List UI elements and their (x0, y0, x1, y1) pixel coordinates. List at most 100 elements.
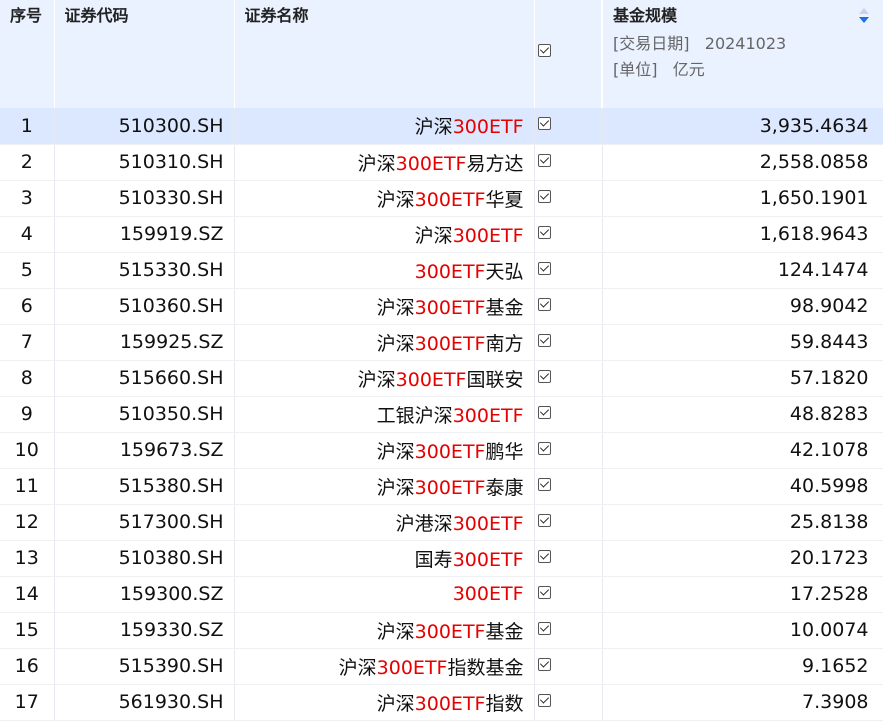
row-checkbox[interactable] (537, 405, 551, 419)
row-checkbox[interactable] (537, 225, 551, 239)
row-checkbox[interactable] (537, 153, 551, 167)
row-select[interactable] (534, 468, 603, 505)
sort-desc-icon[interactable] (858, 8, 869, 23)
row-select[interactable] (534, 324, 603, 361)
row-fund-scale: 40.5998 (602, 468, 883, 505)
row-checkbox[interactable] (537, 621, 551, 635)
row-seq: 7 (0, 324, 55, 361)
trade-date-value: 20241023 (704, 34, 787, 53)
header-trade-date: [交易日期] 20241023 (613, 30, 873, 54)
name-prefix: 沪深 (357, 368, 396, 391)
row-code: 510350.SH (54, 396, 235, 433)
table-row[interactable]: 16 515390.SH 沪深300ETF指数基金 9.1652 (0, 648, 883, 685)
table-row[interactable]: 6 510360.SH 沪深300ETF基金 98.9042 (0, 288, 883, 325)
row-checkbox[interactable] (537, 585, 551, 599)
row-checkbox[interactable] (537, 657, 551, 671)
row-code: 159300.SZ (54, 576, 235, 613)
table-row[interactable]: 14 159300.SZ 300ETF 17.2528 (0, 576, 883, 613)
row-select[interactable] (534, 216, 603, 253)
fund-table: 序号 证券代码 证券名称 基金规模 [交易日期] 20241023 [单位] 亿… (0, 0, 883, 721)
name-highlight: 300ETF (414, 440, 486, 463)
row-select[interactable] (534, 612, 603, 649)
row-select[interactable] (534, 576, 603, 613)
row-checkbox[interactable] (537, 297, 551, 311)
table-row[interactable]: 12 517300.SH 沪港深300ETF 25.8138 (0, 504, 883, 541)
row-name: 沪港深300ETF (234, 504, 535, 541)
name-prefix: 沪深 (376, 692, 415, 715)
row-select[interactable] (534, 396, 603, 433)
row-checkbox[interactable] (537, 513, 551, 527)
row-code: 159925.SZ (54, 324, 235, 361)
row-checkbox[interactable] (537, 441, 551, 455)
table-row[interactable]: 2 510310.SH 沪深300ETF易方达 2,558.0858 (0, 144, 883, 181)
name-prefix: 沪深 (338, 656, 377, 679)
row-code: 510330.SH (54, 180, 235, 217)
row-seq: 10 (0, 432, 55, 469)
row-select[interactable] (534, 252, 603, 289)
row-seq: 13 (0, 540, 55, 577)
header-name[interactable]: 证券名称 (234, 0, 535, 108)
table-row[interactable]: 8 515660.SH 沪深300ETF国联安 57.1820 (0, 360, 883, 397)
row-name: 沪深300ETF华夏 (234, 180, 535, 217)
table-row[interactable]: 7 159925.SZ 沪深300ETF南方 59.8443 (0, 324, 883, 361)
row-fund-scale: 17.2528 (602, 576, 883, 613)
select-all-checkbox[interactable] (537, 44, 551, 57)
name-prefix: 沪港深 (395, 512, 453, 535)
row-checkbox[interactable] (537, 333, 551, 347)
name-prefix: 沪深 (376, 332, 415, 355)
row-select[interactable] (534, 144, 603, 181)
name-suffix: 南方 (485, 332, 524, 355)
name-highlight: 300ETF (414, 620, 486, 643)
row-fund-scale: 25.8138 (602, 504, 883, 541)
row-fund-scale: 42.1078 (602, 432, 883, 469)
name-highlight: 300ETF (414, 188, 486, 211)
name-suffix: 华夏 (485, 188, 524, 211)
table-row[interactable]: 11 515380.SH 沪深300ETF泰康 40.5998 (0, 468, 883, 505)
row-name: 沪深300ETF指数 (234, 684, 535, 721)
row-name: 沪深300ETF指数基金 (234, 648, 535, 685)
row-checkbox[interactable] (537, 117, 551, 130)
row-select[interactable] (534, 684, 603, 721)
row-select[interactable] (534, 288, 603, 325)
row-select[interactable] (534, 108, 603, 145)
table-row[interactable]: 1 510300.SH 沪深300ETF 3,935.4634 (0, 108, 883, 145)
row-code: 510310.SH (54, 144, 235, 181)
header-code[interactable]: 证券代码 (54, 0, 235, 108)
row-checkbox[interactable] (537, 189, 551, 203)
row-name: 沪深300ETF基金 (234, 288, 535, 325)
row-checkbox[interactable] (537, 693, 551, 707)
name-prefix: 沪深 (376, 440, 415, 463)
table-row[interactable]: 13 510380.SH 国寿300ETF 20.1723 (0, 540, 883, 577)
table-row[interactable]: 15 159330.SZ 沪深300ETF基金 10.0074 (0, 612, 883, 649)
name-highlight: 300ETF (414, 332, 486, 355)
row-fund-scale: 59.8443 (602, 324, 883, 361)
name-highlight: 300ETF (452, 404, 524, 427)
header-select[interactable] (534, 0, 603, 108)
row-seq: 14 (0, 576, 55, 613)
row-seq: 3 (0, 180, 55, 217)
row-fund-scale: 7.3908 (602, 684, 883, 721)
name-highlight: 300ETF (452, 548, 524, 571)
table-row[interactable]: 17 561930.SH 沪深300ETF指数 7.3908 (0, 684, 883, 721)
table-row[interactable]: 3 510330.SH 沪深300ETF华夏 1,650.1901 (0, 180, 883, 217)
table-row[interactable]: 4 159919.SZ 沪深300ETF 1,618.9643 (0, 216, 883, 253)
row-checkbox[interactable] (537, 477, 551, 491)
row-select[interactable] (534, 360, 603, 397)
name-highlight: 300ETF (452, 116, 524, 139)
row-checkbox[interactable] (537, 549, 551, 563)
table-row[interactable]: 10 159673.SZ 沪深300ETF鹏华 42.1078 (0, 432, 883, 469)
header-fund-scale[interactable]: 基金规模 [交易日期] 20241023 [单位] 亿元 (602, 0, 883, 108)
row-checkbox[interactable] (537, 261, 551, 275)
row-name: 工银沪深300ETF (234, 396, 535, 433)
table-row[interactable]: 9 510350.SH 工银沪深300ETF 48.8283 (0, 396, 883, 433)
header-seq[interactable]: 序号 (0, 0, 55, 108)
row-seq: 12 (0, 504, 55, 541)
table-row[interactable]: 5 515330.SH 300ETF天弘 124.1474 (0, 252, 883, 289)
row-select[interactable] (534, 504, 603, 541)
row-select[interactable] (534, 432, 603, 469)
row-select[interactable] (534, 648, 603, 685)
row-select[interactable] (534, 180, 603, 217)
row-seq: 15 (0, 612, 55, 649)
row-checkbox[interactable] (537, 369, 551, 383)
row-select[interactable] (534, 540, 603, 577)
